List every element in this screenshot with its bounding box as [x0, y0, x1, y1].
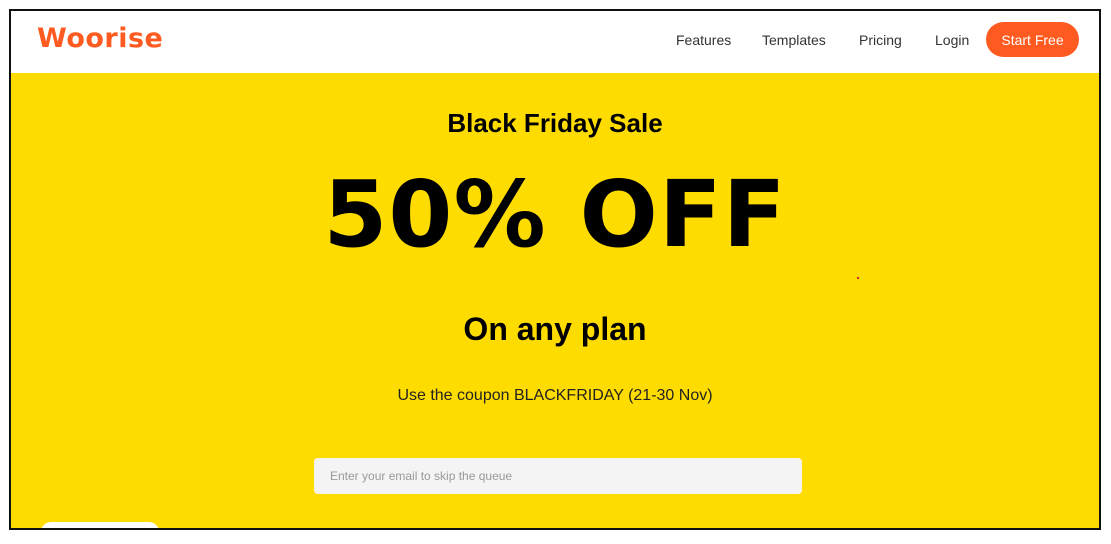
- plan-text: On any plan: [463, 311, 647, 347]
- black-friday-hero: Black Friday Sale 50% OFF On any plan Us…: [11, 73, 1099, 528]
- nav-templates-link[interactable]: Templates: [762, 32, 826, 48]
- nav-features-link[interactable]: Features: [676, 32, 731, 48]
- discount-headline: 50% OFF: [323, 161, 787, 268]
- start-free-button[interactable]: Start Free: [986, 22, 1079, 57]
- hero-subtitle: Black Friday Sale: [447, 108, 663, 138]
- woorise-logo[interactable]: Woorise: [37, 23, 163, 54]
- nav-pricing-link[interactable]: Pricing: [859, 32, 902, 48]
- bottom-card-fragment: [41, 522, 159, 528]
- browser-frame: Woorise Features Templates Pricing Login…: [9, 9, 1101, 530]
- coupon-text: Use the coupon BLACKFRIDAY (21-30 Nov): [397, 387, 713, 404]
- top-navigation-bar: Woorise Features Templates Pricing Login…: [11, 11, 1099, 73]
- decorative-dot: [857, 277, 859, 279]
- nav-login-link[interactable]: Login: [935, 32, 969, 48]
- email-input[interactable]: [314, 458, 802, 494]
